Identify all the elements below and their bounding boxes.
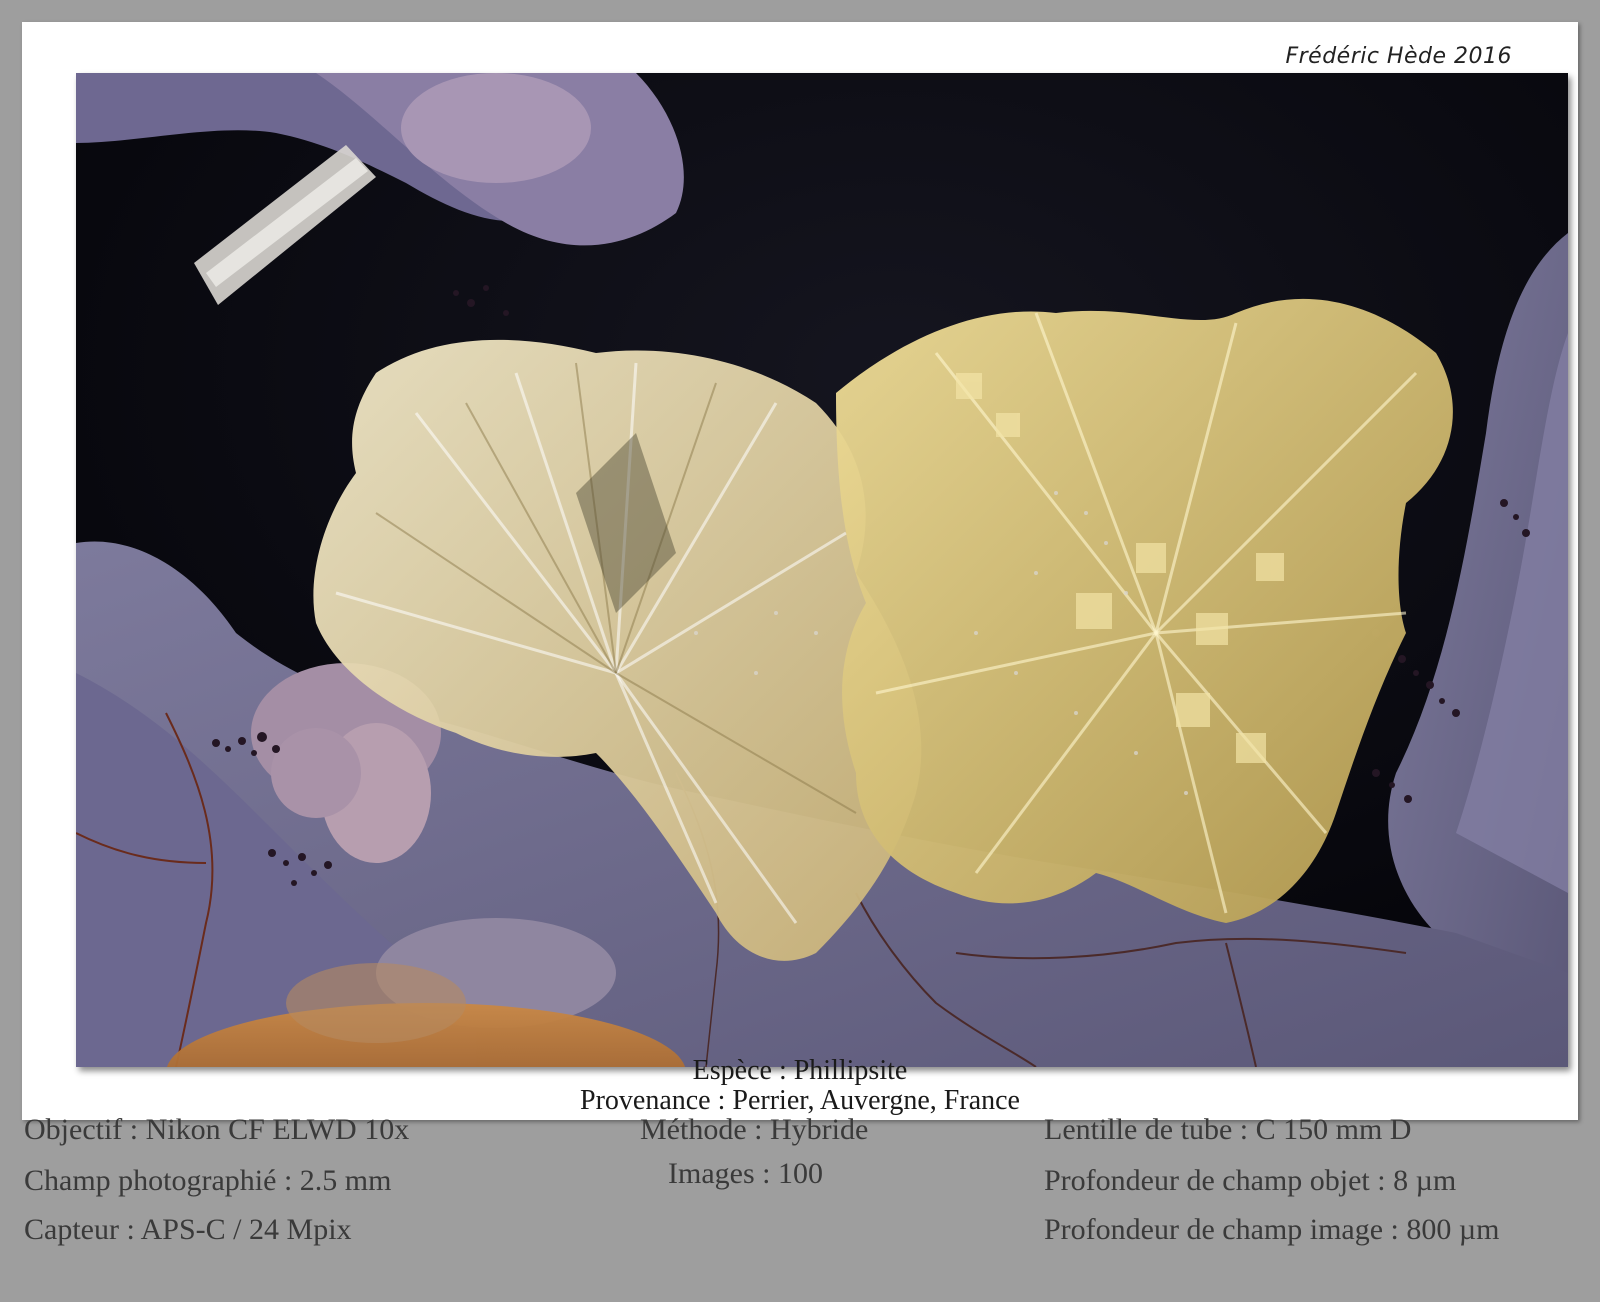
method-spec: Méthode : Hybride	[640, 1113, 869, 1146]
sensor-spec: Capteur : APS-C / 24 Mpix	[24, 1213, 352, 1246]
photo-card: Frédéric Hède 2016 Espèce: Phillipsite …	[22, 22, 1578, 1120]
objective-spec: Objectif : Nikon CF ELWD 10x	[24, 1113, 410, 1146]
tube-lens-spec: Lentille de tube : C 150 mm D	[1044, 1113, 1412, 1146]
field-spec: Champ photographié : 2.5 mm	[24, 1164, 392, 1197]
images-spec: Images : 100	[668, 1157, 823, 1190]
photographer-signature: Frédéric Hède 2016	[1285, 44, 1512, 69]
mineral-photo	[76, 73, 1568, 1067]
locality-caption: Provenance : Perrier, Auvergne, France	[580, 1085, 1020, 1116]
object-dof-spec: Profondeur de champ objet : 8 µm	[1044, 1164, 1457, 1197]
image-dof-spec: Profondeur de champ image : 800 µm	[1044, 1213, 1500, 1246]
species-caption: Espèce : Phillipsite	[692, 1055, 908, 1086]
